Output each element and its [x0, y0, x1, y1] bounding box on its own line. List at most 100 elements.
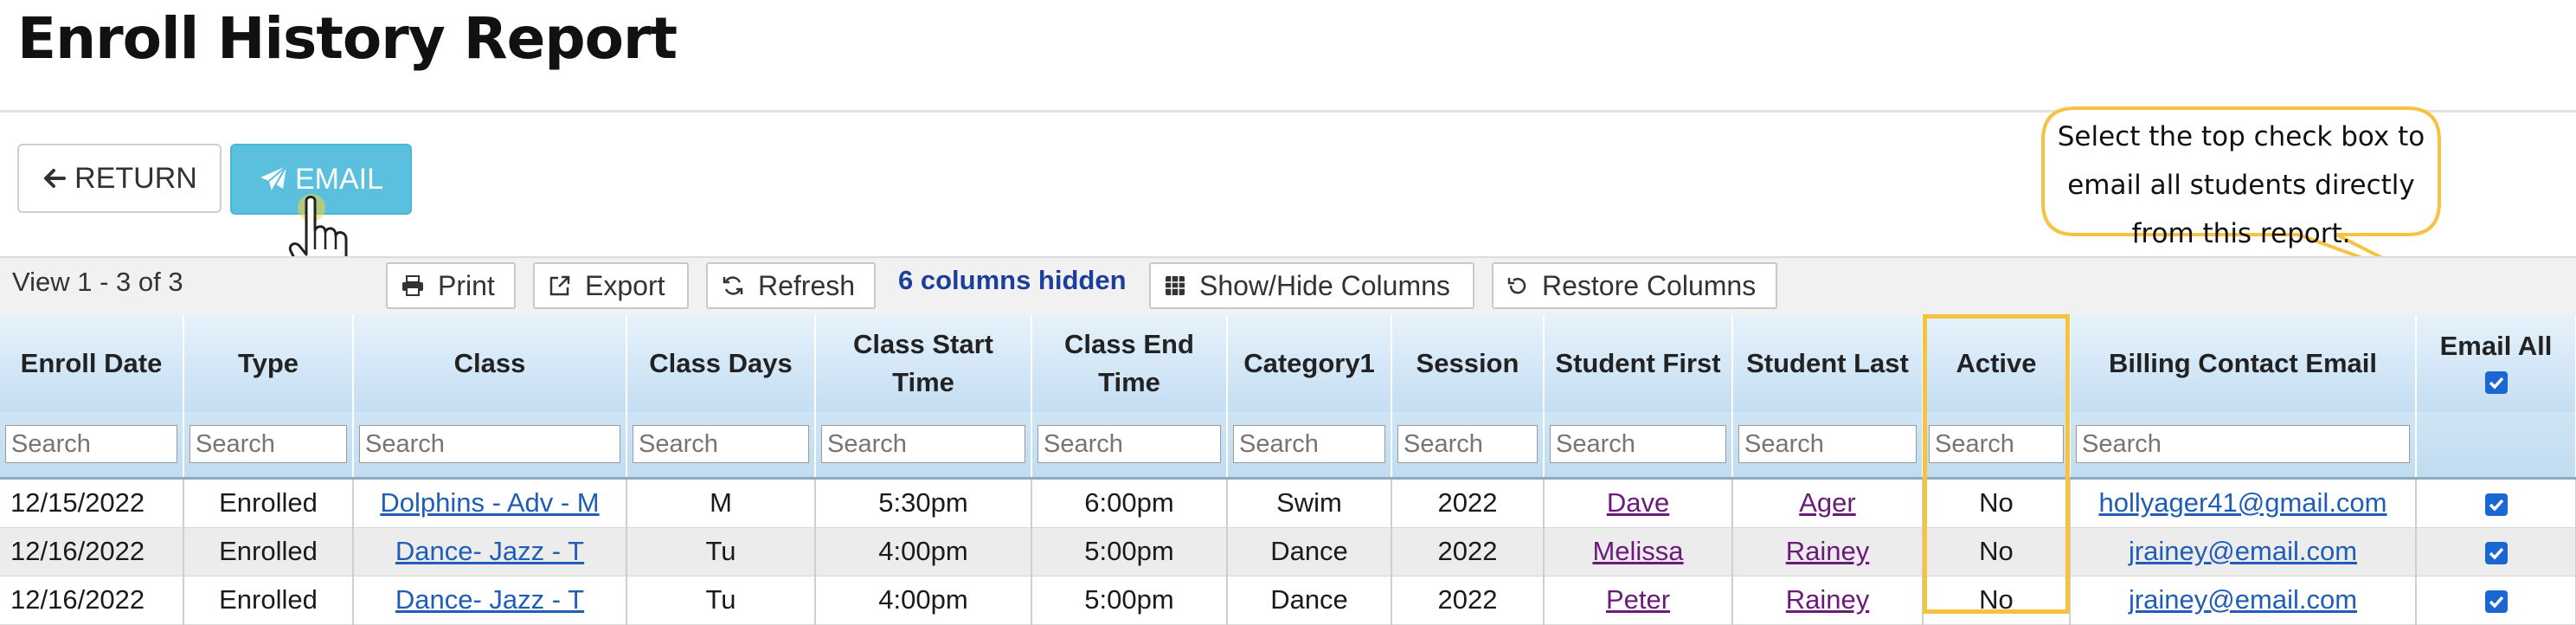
cell-active: No: [1923, 527, 2071, 577]
column-header-type[interactable]: Type: [183, 315, 354, 412]
cell-type: Enrolled: [183, 478, 354, 528]
cell-student-first: Melissa: [1544, 527, 1733, 577]
filter-enroll-date-input[interactable]: [5, 425, 177, 464]
show-hide-columns-label: Show/Hide Columns: [1199, 269, 1450, 301]
filter-student-first-input[interactable]: [1550, 425, 1726, 464]
export-button-label: Export: [585, 269, 665, 301]
cell-category1: Swim: [1227, 478, 1392, 528]
class-link[interactable]: Dance- Jazz - T: [395, 584, 584, 615]
cell-start-time: 5:30pm: [815, 478, 1032, 528]
column-header-class-end-time[interactable]: Class End Time: [1031, 315, 1228, 412]
row-email-checkbox[interactable]: [2484, 493, 2508, 516]
table-row: 12/15/2022 Enrolled Dolphins - Adv - M M…: [0, 478, 2576, 528]
cell-type: Enrolled: [183, 527, 354, 577]
cell-category1: Dance: [1227, 576, 1392, 625]
column-header-student-last[interactable]: Student Last: [1732, 315, 1924, 412]
restore-icon: [1507, 275, 1528, 296]
cell-enroll-date: 12/16/2022: [0, 576, 184, 625]
filter-class-end-time-input[interactable]: [1037, 425, 1221, 464]
filter-class-days-input[interactable]: [633, 425, 809, 464]
column-header-session[interactable]: Session: [1391, 315, 1545, 412]
cell-end-time: 5:00pm: [1031, 576, 1228, 625]
page-title: Enroll History Report: [17, 5, 678, 72]
cell-start-time: 4:00pm: [815, 527, 1032, 577]
filter-class-start-time-input[interactable]: [821, 425, 1025, 464]
filter-type-input[interactable]: [190, 425, 347, 464]
column-header-class[interactable]: Class: [353, 315, 627, 412]
print-button[interactable]: Print: [386, 262, 516, 309]
column-header-active[interactable]: Active: [1923, 315, 2071, 412]
filter-student-last-input[interactable]: [1738, 425, 1917, 464]
print-icon: [401, 275, 424, 296]
class-link[interactable]: Dolphins - Adv - M: [380, 487, 599, 518]
arrow-left-icon: [42, 165, 67, 191]
student-first-link[interactable]: Dave: [1607, 487, 1669, 518]
column-header-category1[interactable]: Category1: [1227, 315, 1392, 412]
billing-email-link[interactable]: jrainey@email.com: [2129, 584, 2357, 615]
filter-session-input[interactable]: [1397, 425, 1538, 464]
column-header-billing-contact-email[interactable]: Billing Contact Email: [2070, 315, 2417, 412]
view-count: View 1 - 3 of 3: [12, 267, 183, 297]
filter-row: [0, 412, 2576, 480]
export-icon: [549, 274, 571, 297]
callout-text: Select the top check box to email all st…: [2057, 121, 2425, 249]
header-row: Enroll Date Type Class Class Days Class …: [0, 315, 2576, 412]
cell-type: Enrolled: [183, 576, 354, 625]
restore-columns-button[interactable]: Restore Columns: [1492, 262, 1777, 309]
enroll-history-table: Enroll Date Type Class Class Days Class …: [0, 315, 2576, 625]
email-all-label: Email All: [2439, 331, 2553, 361]
cell-email-checkbox: [2416, 478, 2576, 528]
export-button[interactable]: Export: [533, 262, 689, 309]
cell-student-last: Rainey: [1732, 576, 1924, 625]
column-header-class-start-time[interactable]: Class Start Time: [815, 315, 1032, 412]
filter-category1-input[interactable]: [1233, 425, 1385, 464]
refresh-icon: [722, 274, 744, 297]
cell-enroll-date: 12/15/2022: [0, 478, 184, 528]
cell-start-time: 4:00pm: [815, 576, 1032, 625]
cell-session: 2022: [1391, 576, 1545, 625]
filter-email-all-empty: [2416, 412, 2576, 480]
cell-class-days: M: [626, 478, 816, 528]
cell-billing-email: jrainey@email.com: [2070, 576, 2417, 625]
cell-class-days: Tu: [626, 576, 816, 625]
column-header-enroll-date[interactable]: Enroll Date: [0, 315, 184, 412]
table-row: 12/16/2022 Enrolled Dance- Jazz - T Tu 4…: [0, 527, 2576, 577]
cell-session: 2022: [1391, 527, 1545, 577]
cell-billing-email: jrainey@email.com: [2070, 527, 2417, 577]
restore-columns-label: Restore Columns: [1542, 269, 1757, 301]
return-button[interactable]: RETURN: [17, 144, 222, 213]
column-header-student-first[interactable]: Student First: [1544, 315, 1733, 412]
enroll-history-report-page: Enroll History Report RETURN EMAIL Selec…: [0, 0, 2576, 625]
student-first-link[interactable]: Melissa: [1592, 536, 1683, 566]
cell-active: No: [1923, 478, 2071, 528]
cell-student-last: Ager: [1732, 478, 1924, 528]
cell-category1: Dance: [1227, 527, 1392, 577]
student-first-link[interactable]: Peter: [1606, 584, 1670, 615]
student-last-link[interactable]: Ager: [1799, 487, 1855, 518]
filter-class-input[interactable]: [359, 425, 620, 464]
cell-class: Dance- Jazz - T: [353, 576, 627, 625]
cell-active: No: [1923, 576, 2071, 625]
column-header-class-days[interactable]: Class Days: [626, 315, 816, 412]
refresh-button-label: Refresh: [758, 269, 856, 301]
row-email-checkbox[interactable]: [2484, 590, 2508, 613]
hidden-columns-indicator[interactable]: 6 columns hidden: [898, 265, 1127, 296]
cell-student-first: Dave: [1544, 478, 1733, 528]
billing-email-link[interactable]: hollyager41@gmail.com: [2098, 487, 2386, 518]
student-last-link[interactable]: Rainey: [1786, 584, 1870, 615]
billing-email-link[interactable]: jrainey@email.com: [2129, 536, 2357, 566]
student-last-link[interactable]: Rainey: [1786, 536, 1870, 566]
email-all-checkbox[interactable]: [2484, 370, 2508, 394]
cell-class-days: Tu: [626, 527, 816, 577]
cell-enroll-date: 12/16/2022: [0, 527, 184, 577]
cell-billing-email: hollyager41@gmail.com: [2070, 478, 2417, 528]
filter-active-input[interactable]: [1929, 425, 2064, 464]
refresh-button[interactable]: Refresh: [706, 262, 876, 309]
show-hide-columns-button[interactable]: Show/Hide Columns: [1149, 262, 1474, 309]
class-link[interactable]: Dance- Jazz - T: [395, 536, 584, 566]
cell-student-last: Rainey: [1732, 527, 1924, 577]
cell-student-first: Peter: [1544, 576, 1733, 625]
filter-billing-contact-email-input[interactable]: [2076, 425, 2410, 464]
column-header-email-all[interactable]: Email All: [2416, 315, 2576, 412]
row-email-checkbox[interactable]: [2484, 541, 2508, 564]
